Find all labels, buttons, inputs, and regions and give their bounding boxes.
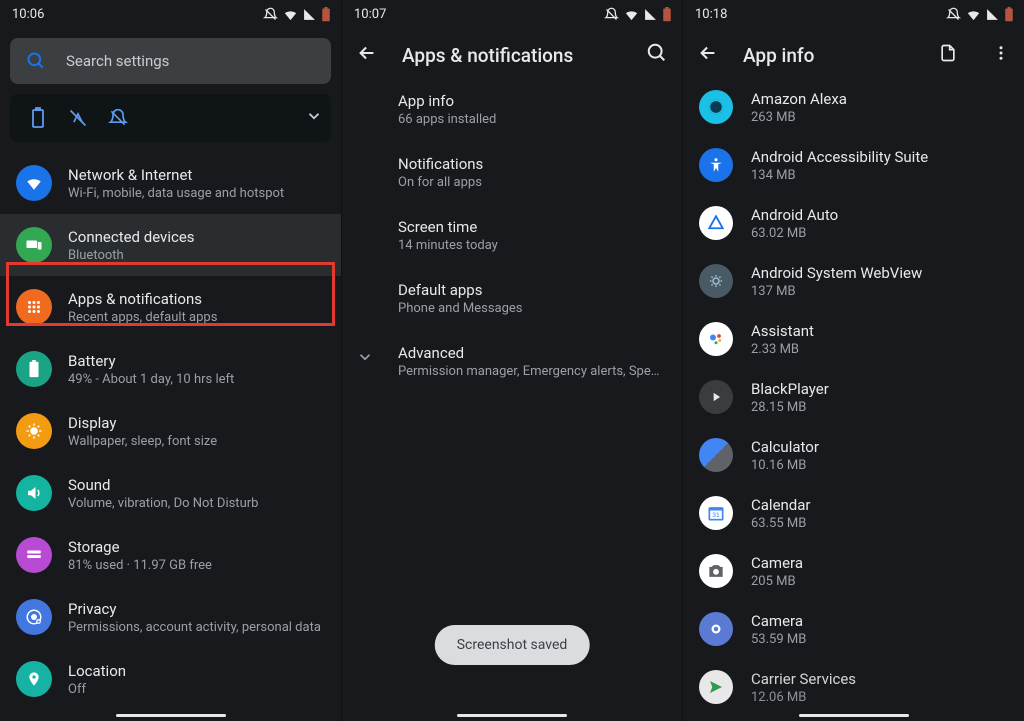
signal-icon	[303, 8, 316, 21]
app-row-camera2[interactable]: Camera53.59 MB	[683, 600, 1024, 658]
wifi-icon	[283, 7, 298, 22]
back-button[interactable]	[697, 42, 719, 68]
wifi-icon	[16, 165, 52, 201]
app-icon	[699, 206, 733, 240]
settings-item-apps[interactable]: Apps & notifications Recent apps, defaul…	[0, 276, 341, 338]
app-row-webview[interactable]: Android System WebView137 MB	[683, 252, 1024, 310]
apps-icon	[16, 289, 52, 325]
app-icon	[699, 90, 733, 124]
page-title: Apps & notifications	[402, 44, 622, 67]
page-title: App info	[743, 44, 914, 67]
toast-screenshot: Screenshot saved	[435, 625, 590, 665]
app-row-carrier[interactable]: Carrier Services12.06 MB	[683, 658, 1024, 716]
app-icon	[699, 438, 733, 472]
status-time: 10:18	[695, 7, 727, 22]
settings-item-connected[interactable]: Connected devices Bluetooth	[0, 214, 341, 276]
row-screen-time[interactable]: Screen time 14 minutes today	[342, 204, 682, 267]
app-icon	[699, 322, 733, 356]
app-row-assistant[interactable]: Assistant2.33 MB	[683, 310, 1024, 368]
row-notifications[interactable]: Notifications On for all apps	[342, 141, 682, 204]
nav-indicator[interactable]	[799, 714, 909, 717]
app-icon	[699, 148, 733, 182]
search-placeholder: Search settings	[66, 52, 169, 70]
row-advanced[interactable]: Advanced Permission manager, Emergency a…	[342, 330, 682, 393]
status-icons	[604, 7, 672, 22]
chevron-down-icon	[356, 348, 374, 370]
svg-text:31: 31	[712, 512, 720, 519]
dnd-off-icon	[263, 7, 278, 22]
nav-indicator[interactable]	[116, 714, 226, 717]
back-button[interactable]	[356, 42, 378, 68]
page-header: App info	[683, 28, 1024, 78]
search-button[interactable]	[646, 42, 668, 68]
app-row-camera1[interactable]: Camera205 MB	[683, 542, 1024, 600]
app-icon: 31	[699, 496, 733, 530]
display-icon	[16, 413, 52, 449]
status-bar: 10:06	[0, 0, 341, 28]
page-header: Apps & notifications	[342, 28, 682, 78]
location-icon	[16, 661, 52, 697]
app-row-calculator[interactable]: Calculator10.16 MB	[683, 426, 1024, 484]
app-row-calendar[interactable]: 31 Calendar63.55 MB	[683, 484, 1024, 542]
storage-icon	[16, 537, 52, 573]
settings-item-battery[interactable]: Battery 49% - About 1 day, 10 hrs left	[0, 338, 341, 400]
app-icon	[699, 554, 733, 588]
status-time: 10:07	[354, 7, 386, 22]
devices-icon	[16, 227, 52, 263]
battery-icon	[16, 351, 52, 387]
chevron-down-icon[interactable]	[305, 107, 323, 129]
file-icon[interactable]	[938, 43, 958, 67]
status-bar: 10:07	[342, 0, 682, 28]
search-icon	[26, 51, 46, 71]
app-icon	[699, 612, 733, 646]
wifi-icon	[624, 7, 639, 22]
wifi-icon	[966, 7, 981, 22]
settings-item-location[interactable]: Location Off	[0, 648, 341, 710]
dnd-off-icon	[946, 7, 961, 22]
app-row-auto[interactable]: Android Auto63.02 MB	[683, 194, 1024, 252]
settings-item-storage[interactable]: Storage 81% used · 11.97 GB free	[0, 524, 341, 586]
status-icons	[263, 7, 331, 22]
dnd-off-icon	[604, 7, 619, 22]
battery-tile-icon[interactable]	[18, 98, 58, 138]
signal-icon	[644, 8, 657, 21]
battery-icon	[321, 7, 331, 22]
privacy-icon	[16, 599, 52, 635]
app-icon	[699, 264, 733, 298]
battery-icon	[1004, 7, 1014, 22]
row-default-apps[interactable]: Default apps Phone and Messages	[342, 267, 682, 330]
app-row-a11y[interactable]: Android Accessibility Suite134 MB	[683, 136, 1024, 194]
nav-indicator[interactable]	[457, 714, 567, 717]
more-button[interactable]	[992, 44, 1010, 66]
sound-icon	[16, 475, 52, 511]
row-app-info[interactable]: App info 66 apps installed	[342, 78, 682, 141]
app-icon	[699, 380, 733, 414]
status-bar: 10:18	[683, 0, 1024, 28]
settings-item-network[interactable]: Network & Internet Wi-Fi, mobile, data u…	[0, 152, 341, 214]
settings-item-sound[interactable]: Sound Volume, vibration, Do Not Disturb	[0, 462, 341, 524]
data-off-tile-icon[interactable]	[58, 98, 98, 138]
status-time: 10:06	[12, 7, 44, 22]
app-row-blackplayer[interactable]: BlackPlayer28.15 MB	[683, 368, 1024, 426]
settings-item-display[interactable]: Display Wallpaper, sleep, font size	[0, 400, 341, 462]
search-settings[interactable]: Search settings	[10, 38, 331, 84]
settings-item-privacy[interactable]: Privacy Permissions, account activity, p…	[0, 586, 341, 648]
app-row-alexa[interactable]: Amazon Alexa263 MB	[683, 78, 1024, 136]
status-icons	[946, 7, 1014, 22]
battery-icon	[662, 7, 672, 22]
signal-icon	[986, 8, 999, 21]
app-icon	[699, 670, 733, 704]
quick-tiles-row[interactable]	[10, 94, 331, 142]
dnd-tile-icon[interactable]	[98, 98, 138, 138]
